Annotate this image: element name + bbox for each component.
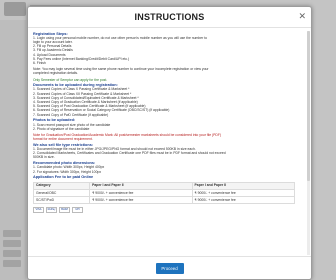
scrollbar-thumb[interactable] <box>307 31 310 181</box>
file-spec-item: 500KB in size. <box>33 155 55 160</box>
eligibility-note: Only Semester of Semptur can apply for t… <box>33 77 108 82</box>
rupay-logo: RuPay <box>46 207 57 214</box>
upi-logo: UPI <box>72 207 83 214</box>
table-header-cell: Paper I and Paper II <box>89 181 193 190</box>
modal-body[interactable]: Registration Steps: 1. Login using your … <box>33 30 303 256</box>
table-row: SC/ST/PwD ₹ 9000/- + convenience fee ₹ 9… <box>33 195 296 205</box>
fees-heading: Application Fee to be paid Online <box>33 175 94 180</box>
payment-logos: VISA RuPay BHIM UPI <box>33 207 303 214</box>
modal-scrollbar[interactable] <box>307 31 310 255</box>
background-logo <box>4 2 26 16</box>
close-icon[interactable]: ✕ <box>298 11 306 21</box>
proceed-button[interactable]: Proceed <box>155 263 184 274</box>
background-badge <box>3 250 21 257</box>
instructions-modal: INSTRUCTIONS ✕ Registration Steps: 1. Lo… <box>27 6 312 280</box>
modal-footer: Proceed <box>28 256 311 279</box>
modal-title: INSTRUCTIONS <box>28 7 311 28</box>
fees-table: Category Paper I and Paper II Paper I an… <box>33 181 296 205</box>
bhim-logo: BHIM <box>59 207 70 214</box>
visa-logo: VISA <box>33 207 44 214</box>
table-header-row: Category Paper I and Paper II Paper I an… <box>33 181 296 190</box>
table-cell: General/OBC <box>33 188 91 197</box>
background-badge <box>3 240 21 247</box>
background-badge <box>3 260 21 267</box>
table-cell: SC/ST/PwD <box>33 195 91 205</box>
table-row: General/OBC ₹ 9000/- + convenience fee ₹… <box>33 188 296 197</box>
table-header-cell: Paper I and Paper II <box>191 181 296 190</box>
table-cell: ₹ 9000/- + convenience fee <box>191 195 296 205</box>
table-cell: ₹ 9000/- + convenience fee <box>191 188 296 197</box>
table-header-cell: Category <box>33 181 91 190</box>
table-cell: ₹ 9000/- + convenience fee <box>89 188 193 197</box>
background-left-column <box>0 20 26 280</box>
table-cell: ₹ 9000/- + convenience fee <box>89 195 193 205</box>
background-badge <box>3 230 21 237</box>
document-item: 7. Scanned Copy of PwD Certificate (if a… <box>33 112 109 117</box>
warning-note: format for entire document requirement. <box>33 137 93 142</box>
photo-size-item: 2. For signatures: Width 300px, Height 1… <box>33 169 102 174</box>
